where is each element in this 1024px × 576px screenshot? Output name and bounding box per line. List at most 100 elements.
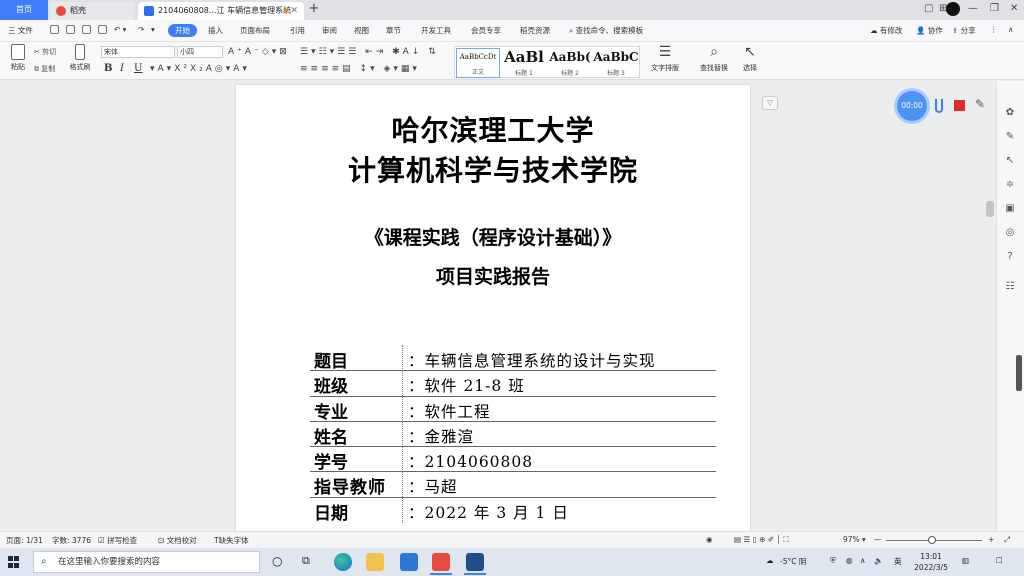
tab-document[interactable]: 2104060808...江 车辆信息管理系统 ✕ [138,2,304,20]
menu-references[interactable]: 引用 [290,25,305,36]
italic-icon[interactable]: I [120,63,124,74]
more-dropdown-icon[interactable]: ▾ [151,25,155,34]
avatar[interactable] [946,2,960,16]
security-icon[interactable]: ⛨ [830,556,836,566]
list-icon[interactable]: ☷ [1004,281,1016,292]
quick-preview-icon[interactable] [98,25,107,34]
format-painter-button[interactable]: 格式刷 [66,44,94,72]
ime-indicator[interactable]: 英 [894,556,902,567]
windows-start-icon[interactable] [8,556,20,568]
font-family-select[interactable]: 宋体 [101,46,175,58]
assistant-icon[interactable]: ✿ [1004,107,1016,118]
spell-check[interactable]: ☑ 拼写检查 [98,535,137,546]
menu-insert[interactable]: 插入 [208,25,223,36]
taskbar-app-icon[interactable]: ▥ [962,556,969,565]
settings-sliders-icon[interactable]: ≑ [1004,179,1016,190]
select-button[interactable]: ↖ 选择 [730,44,770,73]
style-heading3[interactable]: AaBbC 标题 3 [593,48,639,78]
align-tools[interactable]: ≡≡≡≡▤ ↕▾ ◈▾▦▾ [300,64,420,74]
protect-icon[interactable]: ◉ [706,535,713,544]
zoom-out-icon[interactable]: — [874,535,882,544]
font-size-select[interactable]: 小四 [177,46,223,58]
menu-page-layout[interactable]: 页面布局 [240,25,270,36]
bold-icon[interactable]: B [104,63,112,74]
text-layout-button[interactable]: ☰ 文字排版 [645,44,685,73]
volume-icon[interactable]: 🔈 [874,556,883,565]
menu-file[interactable]: 三 文件 [8,25,33,36]
quick-print-icon[interactable] [82,25,91,34]
new-tab-button[interactable]: + [306,0,322,20]
side-scroll-thumb[interactable] [1016,355,1022,391]
weather-text[interactable]: -5°C 阴 [780,556,806,567]
undo-icon[interactable]: ↶ ▾ [114,25,126,34]
page-counter[interactable]: 页面: 1/31 [6,535,43,546]
edge-icon[interactable] [334,553,352,571]
find-replace-button[interactable]: ⌕ 查找替换 [694,44,734,73]
document-workspace[interactable]: 哈尔滨理工大学 计算机科学与技术学院 《课程实践（程序设计基础）》 项目实践报告… [0,81,1024,531]
doc-proof[interactable]: ⊡ 文档校对 [158,535,197,546]
menu-chapter[interactable]: 章节 [386,25,401,36]
notification-icon[interactable]: ☐ [996,556,1003,565]
system-clock[interactable]: 13:01 2022/3/5 [906,551,956,573]
share-button[interactable]: ⇪ 分享 [952,25,976,36]
tab-home[interactable]: 首页 [0,0,48,20]
pen-icon[interactable]: ✎ [975,97,985,111]
microphone-icon[interactable] [935,99,943,113]
vertical-scrollbar[interactable] [986,201,994,217]
layout-icon[interactable]: ▢ [924,3,933,14]
page-options-button[interactable]: ▽ [762,96,778,110]
mail-icon[interactable] [400,553,418,571]
minimize-icon[interactable]: — [968,3,978,14]
quick-new-icon[interactable] [50,25,59,34]
collapse-ribbon-icon[interactable]: ∧ [1008,25,1014,34]
weather-icon[interactable]: ☁ [766,556,774,565]
redo-icon[interactable]: ↷ [138,25,144,34]
show-hidden-icon[interactable]: ∧ [860,556,866,565]
recording-timer[interactable]: 00:00 [897,91,927,121]
menu-developer[interactable]: 开发工具 [421,25,451,36]
pointer-icon[interactable]: ↖ [1004,155,1016,166]
copy-button[interactable]: ⧉ 复制 [34,64,55,74]
menu-search[interactable]: ⌕ 查找命令、搜索模板 [569,25,643,36]
zoom-level[interactable]: 97% ▾ [843,535,866,544]
word-count[interactable]: 字数: 3776 [52,535,91,546]
zoom-slider-knob[interactable] [928,536,936,544]
more-menu-icon[interactable]: ⋮ [990,25,998,34]
file-explorer-icon[interactable] [366,553,384,571]
taskbar-search-box[interactable]: ⌕ 在这里输入你要搜索的内容 [33,551,260,573]
font-size-tools[interactable]: A⁺A⁻◇▾⊠ [228,47,290,57]
style-normal[interactable]: AaBbCcDt 正文 [456,48,500,78]
quick-save-icon[interactable] [66,25,75,34]
recorder-app-icon[interactable] [466,553,484,571]
close-window-icon[interactable]: ✕ [1010,3,1018,14]
image-icon[interactable]: ▣ [1004,203,1016,214]
stop-record-icon[interactable] [954,100,965,111]
menu-start[interactable]: 开始 [168,24,197,37]
underline-icon[interactable]: U [134,63,142,74]
task-view-icon[interactable]: ⧉ [302,554,310,568]
wps-icon[interactable] [432,553,450,571]
location-icon[interactable]: ◎ [1004,227,1016,238]
cut-button[interactable]: ✂ 剪切 [34,47,56,57]
list-tools[interactable]: ☰▾☷▾☰☰ ⇤⇥ ✱A↓ ⇅ [300,47,439,57]
menu-review[interactable]: 审阅 [322,25,337,36]
paste-button[interactable]: 粘贴 [4,44,32,72]
text-effects-tools[interactable]: ▾A▾X²X₂A◎▾A▾ [150,64,250,74]
style-heading2[interactable]: AaBb( 标题 2 [547,48,593,78]
close-tab-icon[interactable]: ✕ [290,2,298,20]
edit-icon[interactable]: ✎ [1004,131,1016,142]
modified-button[interactable]: ☁ 有修改 [870,25,902,36]
missing-font[interactable]: T缺失字体 [214,535,249,546]
document-page[interactable]: 哈尔滨理工大学 计算机科学与技术学院 《课程实践（程序设计基础）》 项目实践报告… [236,85,750,531]
style-heading1[interactable]: AaBl 标题 1 [501,48,547,78]
menu-member[interactable]: 会员专享 [471,25,501,36]
page-view-icon[interactable]: ▤ ☰ ▯ ⊕ ✐ │ ⛶ [734,535,789,545]
menu-view[interactable]: 视图 [354,25,369,36]
collaborate-button[interactable]: 👤 协作 [916,25,943,36]
tab-daoke[interactable]: 稻壳 [50,2,134,20]
restore-icon[interactable]: ❐ [990,3,999,14]
fit-icon[interactable]: ⤢ [1004,535,1010,545]
zoom-in-icon[interactable]: + [988,535,994,544]
cortana-icon[interactable]: ○ [272,554,282,568]
tray-app-icon[interactable]: ◍ [846,556,853,565]
